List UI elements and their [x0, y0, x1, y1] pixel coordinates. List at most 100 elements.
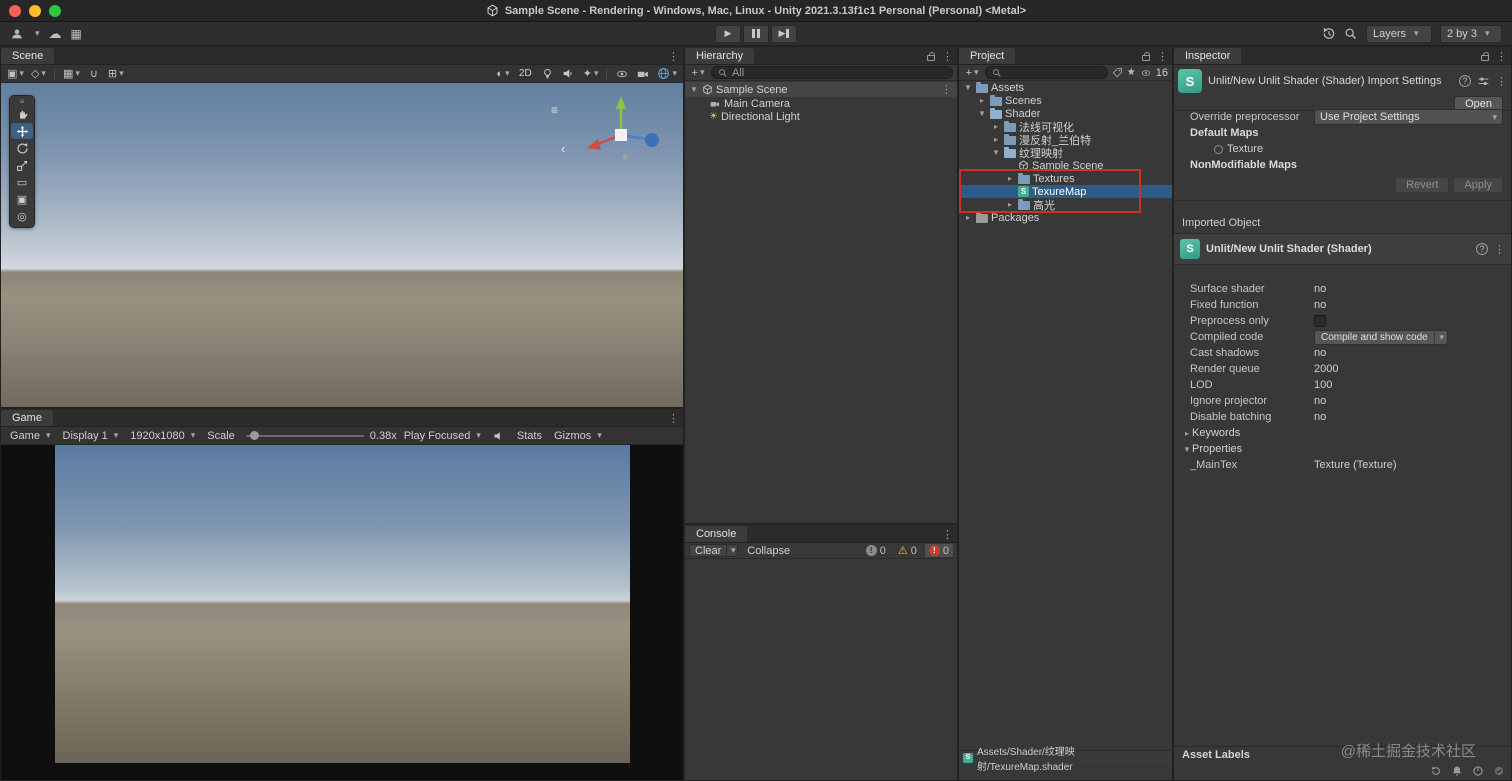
presets-icon[interactable]	[1477, 75, 1490, 88]
foldout-triangle[interactable]: ▸	[963, 213, 973, 222]
game-audio-icon[interactable]	[488, 428, 510, 444]
cloud-services-icon[interactable]: ☁	[49, 26, 62, 42]
transform-tool-button[interactable]: ▣	[11, 191, 33, 207]
hand-tool-button[interactable]	[11, 106, 33, 122]
scene-menu-icon[interactable]: ⋮	[668, 50, 679, 63]
create-object-dropdown[interactable]: + ▾	[689, 65, 707, 80]
foldout-triangle[interactable]: ▸	[977, 96, 987, 105]
console-menu-icon[interactable]: ⋮	[942, 528, 953, 541]
warning-filter-toggle[interactable]: ⚠ 0	[894, 544, 921, 558]
step-button[interactable]: ▶	[771, 24, 797, 43]
error-filter-toggle[interactable]: ! 0	[924, 544, 953, 557]
tool-settings-dropdown[interactable]: ▣ ▾	[5, 66, 26, 81]
compile-options-caret[interactable]: ▾	[1433, 330, 1447, 344]
foldout-triangle[interactable]: ▸	[1182, 429, 1192, 438]
tab-console[interactable]: Console	[685, 526, 748, 542]
account-icon[interactable]	[10, 27, 24, 41]
apply-button[interactable]: Apply	[1453, 177, 1503, 193]
notifications-bell-icon[interactable]	[1451, 765, 1463, 777]
shading-mode-dropdown[interactable]: ◐ ▾	[494, 66, 512, 81]
tab-hierarchy[interactable]: Hierarchy	[685, 48, 755, 64]
hierarchy-search-input[interactable]: All	[711, 66, 953, 79]
foldout-triangle[interactable]: ▼	[977, 109, 987, 118]
tab-game[interactable]: Game	[1, 410, 53, 426]
version-control-icon[interactable]: ▦	[71, 27, 82, 41]
collab-status-icon[interactable]	[1493, 765, 1505, 777]
move-tool-button[interactable]	[11, 123, 33, 139]
revert-button[interactable]: Revert	[1395, 177, 1450, 193]
console-log-area[interactable]	[685, 559, 957, 759]
project-row-texture-mapping[interactable]: ▼ 纹理映射	[959, 146, 1172, 160]
overlay-drag-handle[interactable]: ≡	[20, 98, 25, 106]
display-dropdown[interactable]: Display 1 ▾	[58, 428, 124, 444]
default-maps-texture-row[interactable]: Texture	[1174, 141, 1511, 157]
preprocess-only-checkbox[interactable]	[1314, 315, 1326, 327]
gizmo-menu-icon[interactable]: ≡	[551, 103, 558, 117]
game-view-dropdown[interactable]: Game ▾	[5, 428, 56, 444]
properties-foldout[interactable]: ▼ Properties	[1174, 441, 1511, 457]
pause-button[interactable]	[743, 24, 769, 43]
custom-tool-button[interactable]: ◎	[11, 208, 33, 224]
foldout-triangle[interactable]: ▸	[991, 122, 1001, 131]
favorite-search-icon[interactable]: ★	[1127, 67, 1136, 78]
lock-icon[interactable]	[1481, 52, 1489, 61]
header-menu-icon[interactable]: ⋮	[1496, 75, 1507, 88]
hierarchy-menu-icon[interactable]: ⋮	[942, 50, 953, 63]
scene-foldout-triangle[interactable]: ▼	[689, 85, 699, 94]
search-icon[interactable]	[1344, 27, 1358, 41]
project-menu-icon[interactable]: ⋮	[1157, 50, 1168, 63]
help-icon[interactable]: ?	[1459, 75, 1471, 87]
tab-scene[interactable]: Scene	[1, 48, 55, 64]
scene-root-row[interactable]: ▼ Sample Scene ⋮	[685, 82, 957, 97]
override-preprocessor-dropdown[interactable]: Use Project Settings ▾	[1314, 109, 1503, 125]
hierarchy-item-main-camera[interactable]: Main Camera	[685, 97, 957, 110]
project-row-texuremap-selected[interactable]: S TexureMap	[959, 185, 1172, 198]
resolution-dropdown[interactable]: 1920x1080 ▾	[125, 428, 200, 444]
game-menu-icon[interactable]: ⋮	[668, 412, 679, 425]
play-button[interactable]: ▶	[715, 24, 741, 43]
rect-tool-button[interactable]: ▭	[11, 174, 33, 190]
foldout-triangle[interactable]: ▸	[991, 135, 1001, 144]
help-icon[interactable]: ?	[1476, 243, 1488, 255]
close-window-button[interactable]	[9, 5, 21, 17]
tab-inspector[interactable]: Inspector	[1174, 48, 1242, 64]
project-row-assets[interactable]: ▼ Assets	[959, 81, 1172, 94]
create-asset-dropdown[interactable]: + ▾	[963, 65, 981, 80]
game-gizmos-dropdown[interactable]: Gizmos ▾	[549, 428, 607, 444]
scene-row-menu-icon[interactable]: ⋮	[941, 83, 952, 96]
collapse-toggle[interactable]: Collapse	[742, 545, 795, 557]
inspector-menu-icon[interactable]: ⋮	[1496, 50, 1507, 63]
undo-history-icon[interactable]	[1321, 26, 1336, 41]
tab-project[interactable]: Project	[959, 48, 1016, 64]
scale-slider-knob[interactable]	[249, 430, 259, 440]
scale-tool-button[interactable]	[11, 157, 33, 173]
zoom-window-button[interactable]	[49, 5, 61, 17]
foldout-triangle[interactable]: ▼	[1182, 445, 1192, 454]
game-render-output[interactable]	[55, 445, 630, 763]
object-picker-icon[interactable]	[1214, 144, 1223, 154]
stats-button[interactable]: Stats	[512, 428, 547, 444]
effects-dropdown[interactable]: ✦ ▾	[581, 66, 601, 81]
project-row-packages[interactable]: ▸ Packages	[959, 211, 1172, 224]
scene-viewport[interactable]: ≡ ▭ ▣ ◎ ≡ ‹	[1, 83, 683, 407]
project-row-textures[interactable]: ▸ Textures	[959, 172, 1172, 185]
project-search-input[interactable]	[985, 66, 1108, 79]
clear-button[interactable]: Clear	[689, 544, 728, 557]
project-row-diffuse[interactable]: ▸ 漫反射_兰伯特	[959, 133, 1172, 147]
rotate-tool-button[interactable]	[11, 140, 33, 156]
grid-visibility-dropdown[interactable]: ▦ ▾	[61, 66, 82, 81]
activity-icon[interactable]	[1430, 765, 1442, 777]
lock-icon[interactable]	[927, 52, 935, 61]
keywords-foldout[interactable]: ▸ Keywords	[1174, 425, 1511, 441]
lock-icon[interactable]	[1142, 52, 1150, 61]
foldout-triangle[interactable]: ▼	[963, 83, 973, 92]
project-row-specular[interactable]: ▸ 高光	[959, 198, 1172, 212]
play-focused-dropdown[interactable]: Play Focused ▾	[399, 428, 486, 444]
layers-dropdown[interactable]: Layers ▾	[1366, 24, 1432, 43]
gizmo-collapse-icon[interactable]: ‹	[561, 141, 565, 156]
progress-icon[interactable]	[1472, 765, 1484, 777]
info-filter-toggle[interactable]: ! 0	[862, 544, 890, 557]
scale-slider[interactable]	[245, 430, 364, 440]
minimize-window-button[interactable]	[29, 5, 41, 17]
foldout-triangle[interactable]: ▼	[991, 148, 1001, 157]
